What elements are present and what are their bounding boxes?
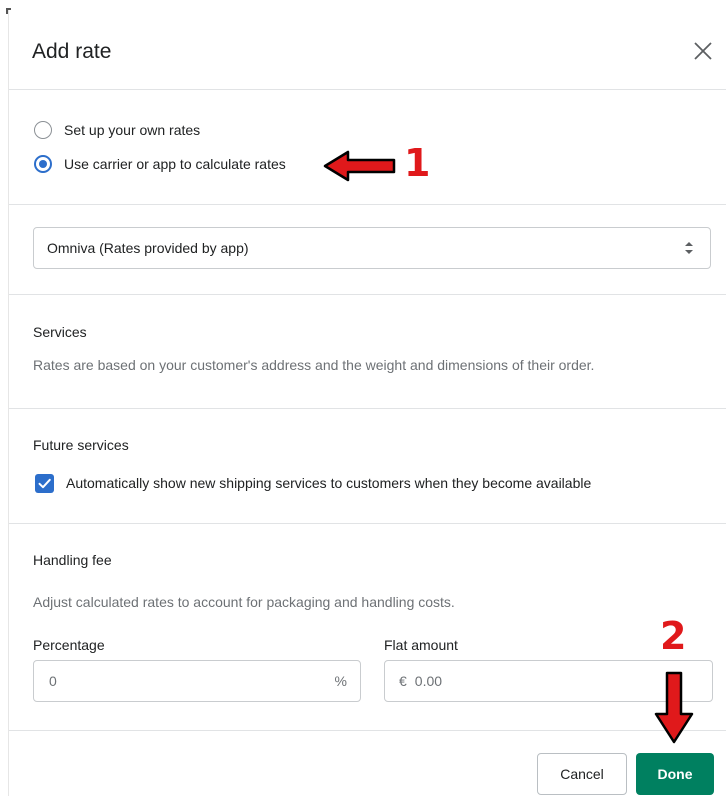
percent-suffix: % [334, 673, 347, 689]
add-rate-dialog: Add rate Set up your own rates Use carri… [8, 8, 726, 796]
future-services-checkbox[interactable] [35, 474, 54, 493]
currency-prefix: € [399, 673, 407, 689]
services-description: Rates are based on your customer's addre… [33, 357, 595, 373]
radio-button[interactable] [34, 121, 52, 139]
close-icon[interactable] [690, 38, 716, 64]
future-services-section: Future services Automatically show new s… [9, 409, 726, 524]
select-arrows-icon [685, 242, 693, 254]
radio-own-rates[interactable]: Set up your own rates [34, 121, 200, 139]
corner-mark-horizontal [6, 8, 11, 10]
done-button[interactable]: Done [636, 753, 714, 795]
annotation-step-2: 2 [660, 614, 687, 658]
percentage-label: Percentage [33, 637, 105, 653]
dialog-title: Add rate [32, 40, 112, 63]
annotation-arrow-down-icon [654, 671, 694, 744]
services-section: Services Rates are based on your custome… [9, 295, 726, 409]
future-services-title: Future services [33, 437, 129, 453]
handling-fee-section: Handling fee Adjust calculated rates to … [9, 524, 726, 731]
radio-label-carrier-rates: Use carrier or app to calculate rates [64, 156, 286, 172]
services-title: Services [33, 324, 87, 340]
radio-button-selected[interactable] [34, 155, 52, 173]
dialog-header: Add rate [9, 8, 726, 90]
future-services-checkbox-label: Automatically show new shipping services… [66, 475, 592, 491]
flat-amount-label: Flat amount [384, 637, 458, 653]
percentage-input[interactable]: 0 % [33, 660, 361, 702]
flat-amount-placeholder: 0.00 [414, 673, 443, 689]
radio-carrier-rates[interactable]: Use carrier or app to calculate rates [34, 155, 286, 173]
handling-fee-description: Adjust calculated rates to account for p… [33, 594, 455, 610]
annotation-step-1: 1 [404, 141, 431, 185]
percentage-input-placeholder: 0 [49, 673, 57, 689]
dialog-footer: Cancel Done [9, 731, 726, 796]
radio-label-own-rates: Set up your own rates [64, 122, 201, 138]
cancel-button[interactable]: Cancel [537, 753, 627, 795]
carrier-select-value: Omniva (Rates provided by app) [47, 240, 249, 256]
carrier-select[interactable]: Omniva (Rates provided by app) [33, 227, 711, 269]
carrier-select-section: Omniva (Rates provided by app) [9, 205, 726, 295]
handling-fee-title: Handling fee [33, 552, 112, 568]
annotation-arrow-left-icon [323, 150, 396, 182]
